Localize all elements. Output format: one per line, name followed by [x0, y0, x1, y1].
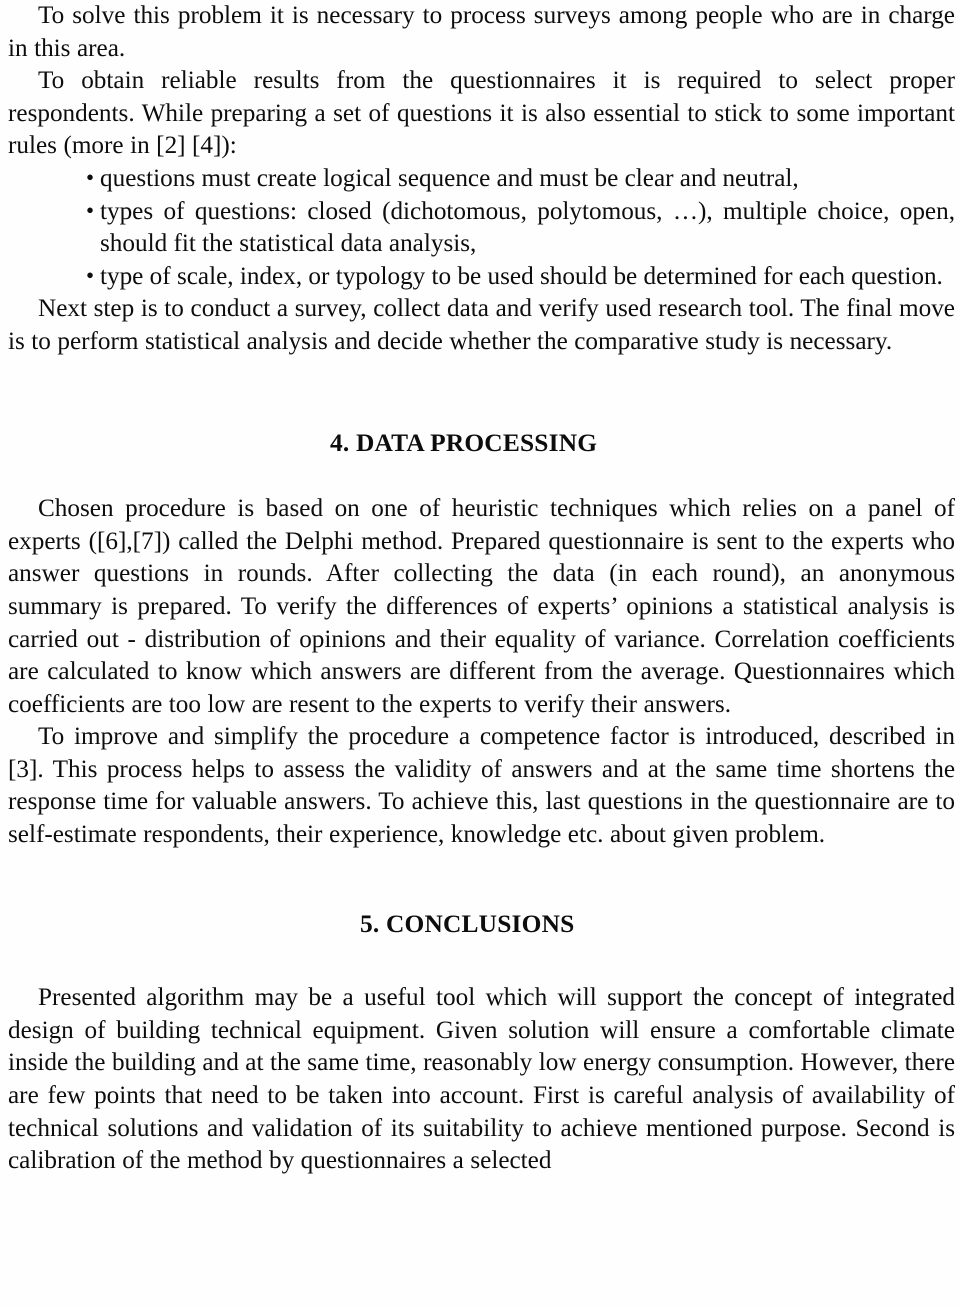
- list-item-label: type of scale, index, or typology to be …: [100, 262, 943, 290]
- document-page: To solve this problem it is necessary to…: [0, 0, 960, 1309]
- spacer-before-section-5: [8, 852, 955, 908]
- list-item-label: questions must create logical sequence a…: [100, 164, 799, 192]
- paragraph-competence-factor: To improve and simplify the procedure a …: [8, 723, 955, 849]
- section-heading-conclusions: 5. CONCLUSIONS: [360, 909, 575, 938]
- list-item: • questions must create logical sequence…: [8, 163, 955, 196]
- bullet-icon: •: [86, 197, 95, 223]
- list-item: • types of questions: closed (dichotomou…: [8, 196, 955, 261]
- paragraph-problem-statement: To solve this problem it is necessary to…: [8, 2, 955, 62]
- paragraph-survey-rules-intro: To obtain reliable results from the ques…: [8, 67, 955, 160]
- list-item-label: types of questions: closed (dichotomous,…: [100, 197, 955, 258]
- bullet-icon: •: [86, 164, 95, 190]
- survey-rules-list: • questions must create logical sequence…: [8, 163, 955, 293]
- spacer-after-section-4-heading: [8, 459, 955, 493]
- paragraph-next-step: Next step is to conduct a survey, collec…: [8, 295, 955, 355]
- spacer-before-section-4: [8, 359, 955, 427]
- spacer-after-section-5-heading: [8, 940, 955, 982]
- paragraph-conclusions: Presented algorithm may be a useful tool…: [8, 984, 955, 1175]
- section-heading-data-processing: 4. DATA PROCESSING: [330, 428, 598, 457]
- list-item: • type of scale, index, or typology to b…: [8, 261, 955, 294]
- paragraph-delphi-method: Chosen procedure is based on one of heur…: [8, 495, 955, 718]
- text-column: To solve this problem it is necessary to…: [8, 0, 955, 1178]
- bullet-icon: •: [86, 262, 95, 288]
